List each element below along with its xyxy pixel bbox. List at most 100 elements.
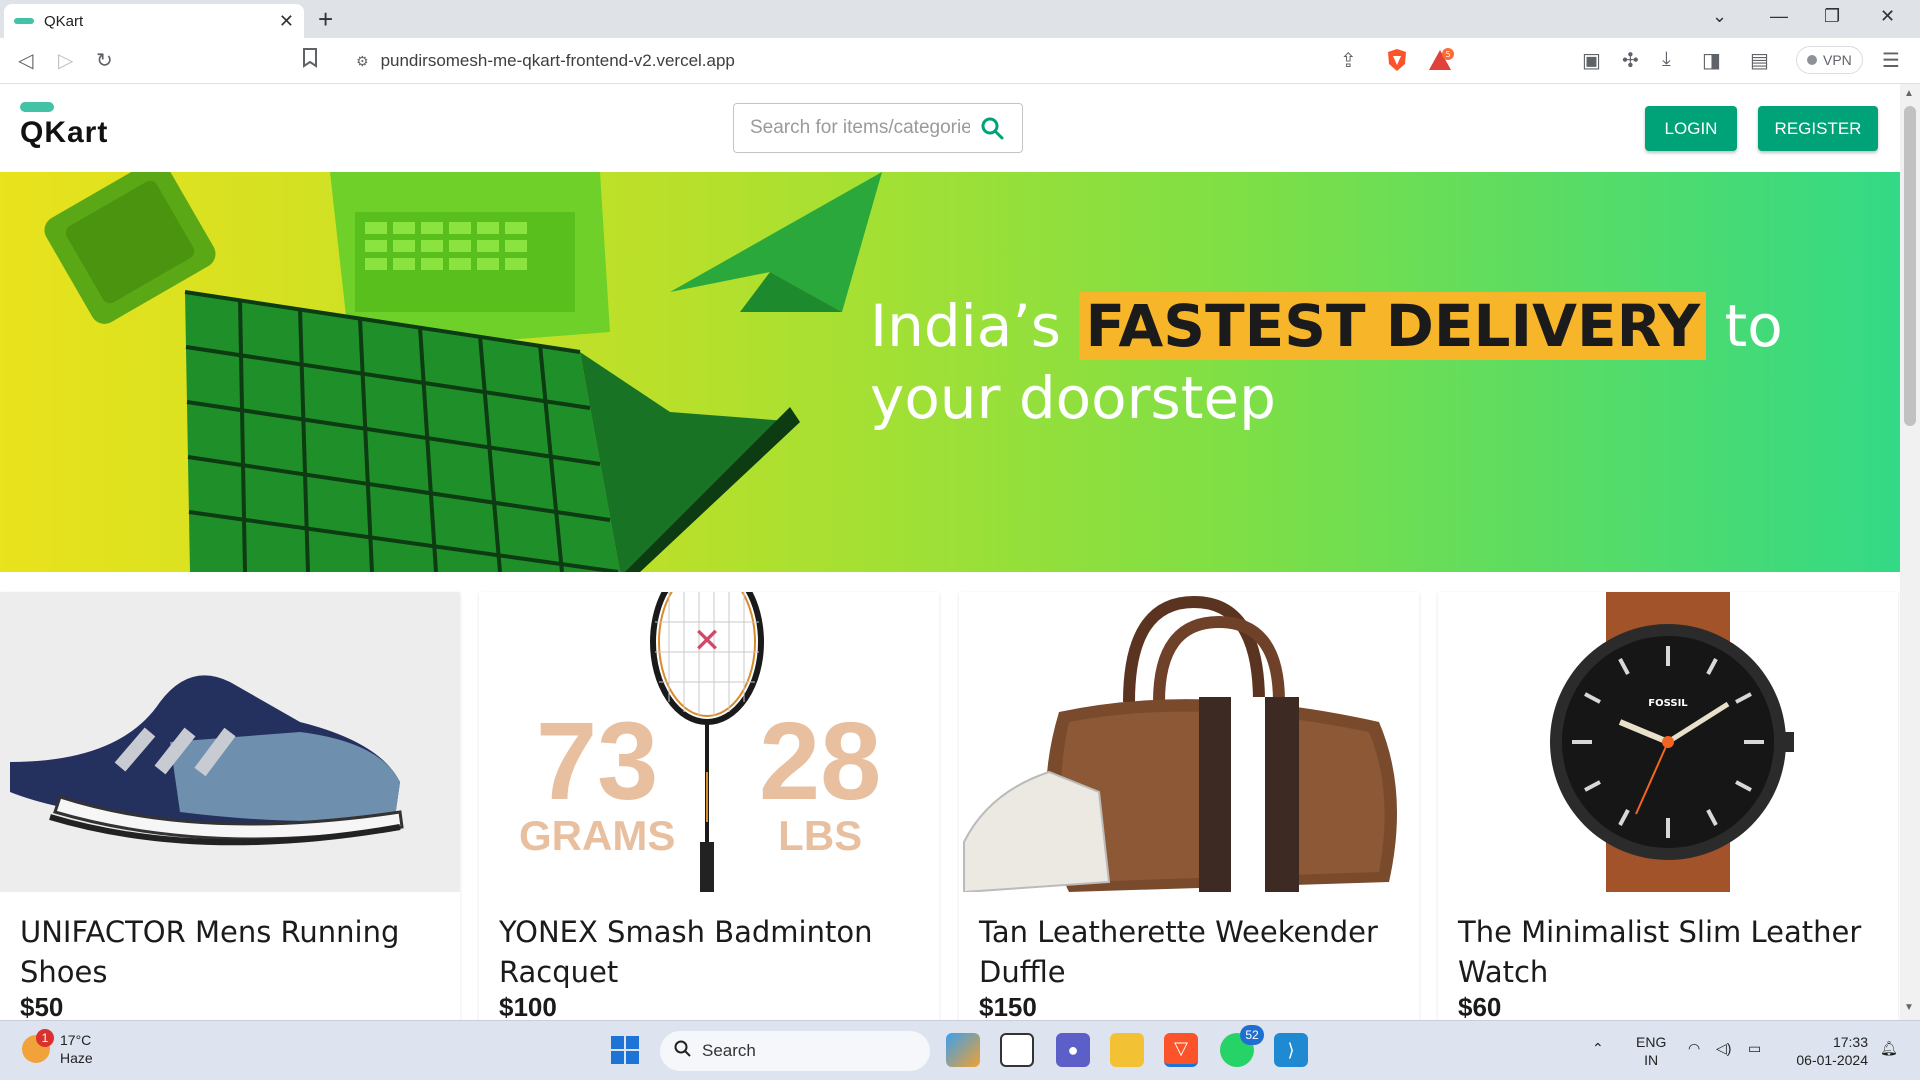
clock-date: 06-01-2024 [1796, 1052, 1868, 1068]
site-header: QKart LOGIN REGISTER [0, 84, 1900, 172]
svg-text:5: 5 [1445, 50, 1450, 59]
product-image-watch: FOSSIL [1438, 592, 1898, 892]
weather-haze-icon: 1 [22, 1029, 54, 1063]
login-button[interactable]: LOGIN [1645, 106, 1737, 151]
product-name: YONEX Smash Badminton Racquet [499, 915, 873, 989]
show-hidden-icons-chevron-icon[interactable]: ⌃ [1592, 1039, 1604, 1057]
hero-banner: India’s FASTEST DELIVERY to your doorste… [0, 172, 1900, 572]
download-icon[interactable]: ⤓ [1662, 48, 1671, 71]
battery-icon[interactable]: ▭ [1748, 1039, 1761, 1057]
tab-search-chevron-icon[interactable]: ⌄ [1712, 6, 1727, 27]
browser-toolbar: ◁ ▷ ↻ ⚙ pundirsomesh-me-qkart-frontend-v… [0, 38, 1920, 84]
windows-taskbar: 1 17°C Haze Search ● ▽ 52 ⟩ ⌃ ENG IN ◠ ◁… [0, 1020, 1920, 1080]
page-viewport: QKart LOGIN REGISTER [0, 84, 1900, 1020]
tension-spec: 28 LBS [759, 700, 882, 860]
scroll-thumb[interactable] [1904, 106, 1916, 426]
clock-time: 17:33 [1832, 1034, 1868, 1050]
vscode-icon[interactable]: ⟩ [1274, 1033, 1308, 1067]
new-tab-icon[interactable]: + [318, 4, 333, 34]
wifi-icon[interactable]: ◠ [1688, 1039, 1700, 1057]
vpn-status-icon [1807, 55, 1817, 65]
menu-icon[interactable]: ☰ [1882, 48, 1900, 73]
language-line1: ENG [1636, 1034, 1667, 1050]
task-view-icon[interactable] [1000, 1033, 1034, 1067]
notification-bell-icon[interactable]: 🔔︎ [1880, 1039, 1898, 1057]
taskbar-search-icon [674, 1040, 692, 1063]
hero-highlight: FASTEST DELIVERY [1079, 292, 1707, 360]
bookmark-icon[interactable] [302, 48, 318, 74]
tension-number: 28 [759, 700, 882, 823]
windows-start-icon[interactable] [608, 1033, 642, 1067]
logo-text: QKart [20, 116, 109, 149]
language-indicator[interactable]: ENG IN [1636, 1033, 1666, 1069]
weather-widget[interactable]: 1 17°C Haze [22, 1029, 93, 1067]
language-line2: IN [1644, 1052, 1659, 1068]
product-card[interactable]: UNIFACTOR Mens Running Shoes $50 [0, 592, 460, 1020]
site-info-icon[interactable]: ⚙ [356, 53, 369, 70]
close-window-icon[interactable]: ✕ [1880, 6, 1895, 27]
hero-headline: India’s FASTEST DELIVERY to your doorste… [870, 290, 1783, 434]
weight-unit: GRAMS [519, 812, 676, 859]
reload-icon[interactable]: ↻ [96, 48, 113, 73]
clock[interactable]: 17:33 06-01-2024 [1786, 1033, 1868, 1069]
url-text: pundirsomesh-me-qkart-frontend-v2.vercel… [380, 51, 735, 70]
product-name: The Minimalist Slim Leather Watch [1458, 915, 1862, 989]
product-price: $100 [499, 992, 557, 1020]
scroll-up-arrow-icon[interactable]: ▲ [1904, 88, 1914, 99]
qkart-favicon-icon [14, 18, 34, 24]
minimize-icon[interactable]: — [1770, 6, 1788, 27]
picture-in-picture-icon[interactable]: ▣ [1582, 48, 1601, 73]
product-card[interactable]: FOSSIL The Minimalist Slim Leather Watch… [1438, 592, 1898, 1020]
whatsapp-icon[interactable]: 52 [1220, 1025, 1264, 1067]
shopping-cart-illustration [44, 172, 882, 572]
search-icon[interactable] [980, 116, 1004, 145]
teams-chat-icon[interactable]: ● [1056, 1033, 1090, 1067]
restore-icon[interactable]: ❐ [1824, 6, 1840, 27]
address-bar[interactable]: ⚙ pundirsomesh-me-qkart-frontend-v2.verc… [340, 44, 1464, 78]
file-explorer-icon[interactable] [1110, 1033, 1144, 1067]
product-image-racquet: ✕ 73 GRAMS 28 LBS [479, 592, 939, 892]
taskbar-search-label: Search [702, 1041, 756, 1060]
extensions-icon[interactable]: ✣ [1622, 48, 1639, 73]
product-name: Tan Leatherette Weekender Duffle [979, 915, 1378, 989]
product-price: $50 [20, 992, 64, 1020]
hero-text-before: India’s [870, 292, 1080, 360]
vpn-button[interactable]: VPN [1796, 46, 1863, 74]
product-card[interactable]: Tan Leatherette Weekender Duffle $150 [959, 592, 1419, 1020]
hero-text-after: to [1706, 292, 1783, 360]
forward-icon[interactable]: ▷ [58, 48, 73, 73]
qkart-logo[interactable]: QKart [20, 102, 108, 150]
weather-desc: Haze [60, 1050, 93, 1066]
volume-icon[interactable]: ◁) [1716, 1039, 1731, 1057]
copilot-icon[interactable] [946, 1033, 980, 1067]
register-button[interactable]: REGISTER [1758, 106, 1878, 151]
product-price: $60 [1458, 992, 1502, 1020]
svg-text:FOSSIL: FOSSIL [1648, 698, 1688, 709]
sidebar-icon[interactable]: ◨ [1702, 48, 1721, 73]
search-box [733, 103, 1023, 153]
share-icon[interactable]: ⇪ [1340, 48, 1357, 73]
browser-tab-strip: QKart ✕ + ⌄ — ❐ ✕ [0, 0, 1920, 38]
weather-badge: 1 [36, 1029, 54, 1047]
taskbar-search[interactable]: Search [660, 1031, 930, 1071]
whatsapp-badge: 52 [1240, 1025, 1264, 1045]
svg-text:✕: ✕ [693, 621, 722, 661]
hero-text-line2: your doorstep [870, 364, 1276, 432]
brave-browser-icon[interactable]: ▽ [1164, 1033, 1198, 1067]
back-icon[interactable]: ◁ [18, 48, 33, 73]
product-card[interactable]: ✕ 73 GRAMS 28 LBS YONEX Smash Badminton … [479, 592, 939, 1020]
brave-shield-icon[interactable] [1386, 48, 1408, 78]
page-scrollbar[interactable]: ▲ ▼ [1900, 84, 1920, 1020]
wallet-icon[interactable]: ▤ [1750, 48, 1769, 73]
search-input[interactable] [750, 117, 970, 139]
logo-accent-bar [20, 102, 54, 112]
close-tab-icon[interactable]: ✕ [279, 11, 294, 32]
product-name: UNIFACTOR Mens Running Shoes [20, 915, 400, 989]
browser-tab-qkart[interactable]: QKart ✕ [4, 4, 304, 38]
product-image-shoes [0, 592, 460, 892]
product-price: $150 [979, 992, 1037, 1020]
scroll-down-arrow-icon[interactable]: ▼ [1904, 1002, 1914, 1013]
brave-rewards-icon[interactable]: 5 [1428, 48, 1454, 78]
weight-number: 73 [535, 700, 659, 823]
product-grid: UNIFACTOR Mens Running Shoes $50 ✕ 73 GR… [0, 592, 1900, 1020]
